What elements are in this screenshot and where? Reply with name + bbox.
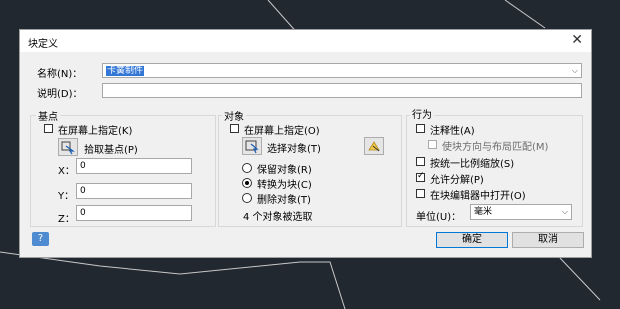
convert-label: 转换为块(C) [257,180,312,191]
chevron-down-icon[interactable]: ⌵ [562,205,568,219]
scale-uniformly-label: 按统一比例缩放(S) [430,159,515,170]
allow-explode-checkbox[interactable] [416,171,425,182]
scale-uniformly-checkbox[interactable] [416,157,425,166]
dialog-title: 块定义 [28,39,58,50]
block-definition-dialog: 块定义 ✕ 名称(N)： 卡簧制件 ⌵ 说明(D)： 基点 在屏幕上指定(K) … [19,29,592,258]
pick-point-icon [61,141,75,155]
z-input[interactable]: 0 [76,205,192,221]
objects-title: 对象 [222,108,246,123]
name-value: 卡簧制件 [106,66,145,76]
selected-count: 4 个对象被选取 [243,212,313,223]
unit-label: 单位(U)： [416,212,462,223]
ok-button[interactable]: 确定 [436,232,508,248]
objects-specify-checkbox[interactable] [230,124,239,133]
description-input[interactable] [102,83,582,98]
description-label: 说明(D)： [37,89,83,100]
y-input[interactable]: 0 [76,183,192,199]
pick-point-button[interactable] [58,138,78,156]
allow-explode-label: 允许分解(P) [430,175,484,186]
objects-specify-label: 在屏幕上指定(O) [244,126,320,137]
delete-radio[interactable] [242,193,252,203]
help-button[interactable]: ? [32,232,49,246]
name-combobox[interactable]: 卡簧制件 ⌵ [102,63,582,78]
open-in-editor-checkbox[interactable] [416,189,425,198]
base-point-title: 基点 [36,108,60,123]
select-objects-button[interactable] [242,137,262,155]
base-specify-checkbox[interactable] [44,124,53,133]
z-label: Z： [58,214,75,225]
x-input[interactable]: 0 [76,158,192,174]
convert-radio[interactable] [242,178,252,188]
base-specify-label: 在屏幕上指定(K) [58,126,133,137]
title-bar: 块定义 ✕ [20,30,591,52]
match-orientation-label: 使块方向与布局匹配(M) [442,142,549,153]
select-objects-label[interactable]: 选择对象(T) [267,140,321,155]
z-value: 0 [80,208,86,218]
annotative-checkbox[interactable] [416,124,425,133]
x-value: 0 [80,161,86,171]
quick-select-icon [368,141,380,152]
select-objects-icon [245,140,259,154]
chevron-down-icon[interactable]: ⌵ [572,64,578,77]
close-icon[interactable]: ✕ [571,32,583,48]
annotative-label: 注释性(A) [430,126,475,137]
y-label: Y： [58,191,75,202]
unit-select[interactable]: 毫米 ⌵ [470,204,572,220]
name-label: 名称(N)： [37,69,83,80]
retain-label: 保留对象(R) [257,165,312,176]
delete-label: 删除对象(T) [257,195,311,206]
behavior-title: 行为 [410,106,434,121]
quick-select-button[interactable] [364,137,384,155]
unit-value: 毫米 [474,207,493,217]
pick-point-label[interactable]: 拾取基点(P) [84,141,138,156]
y-value: 0 [80,186,86,196]
open-in-editor-label: 在块编辑器中打开(O) [430,191,526,202]
x-label: X： [58,166,75,177]
retain-radio[interactable] [242,163,252,173]
cancel-button[interactable]: 取消 [512,232,584,248]
match-orientation-checkbox[interactable] [428,140,437,149]
